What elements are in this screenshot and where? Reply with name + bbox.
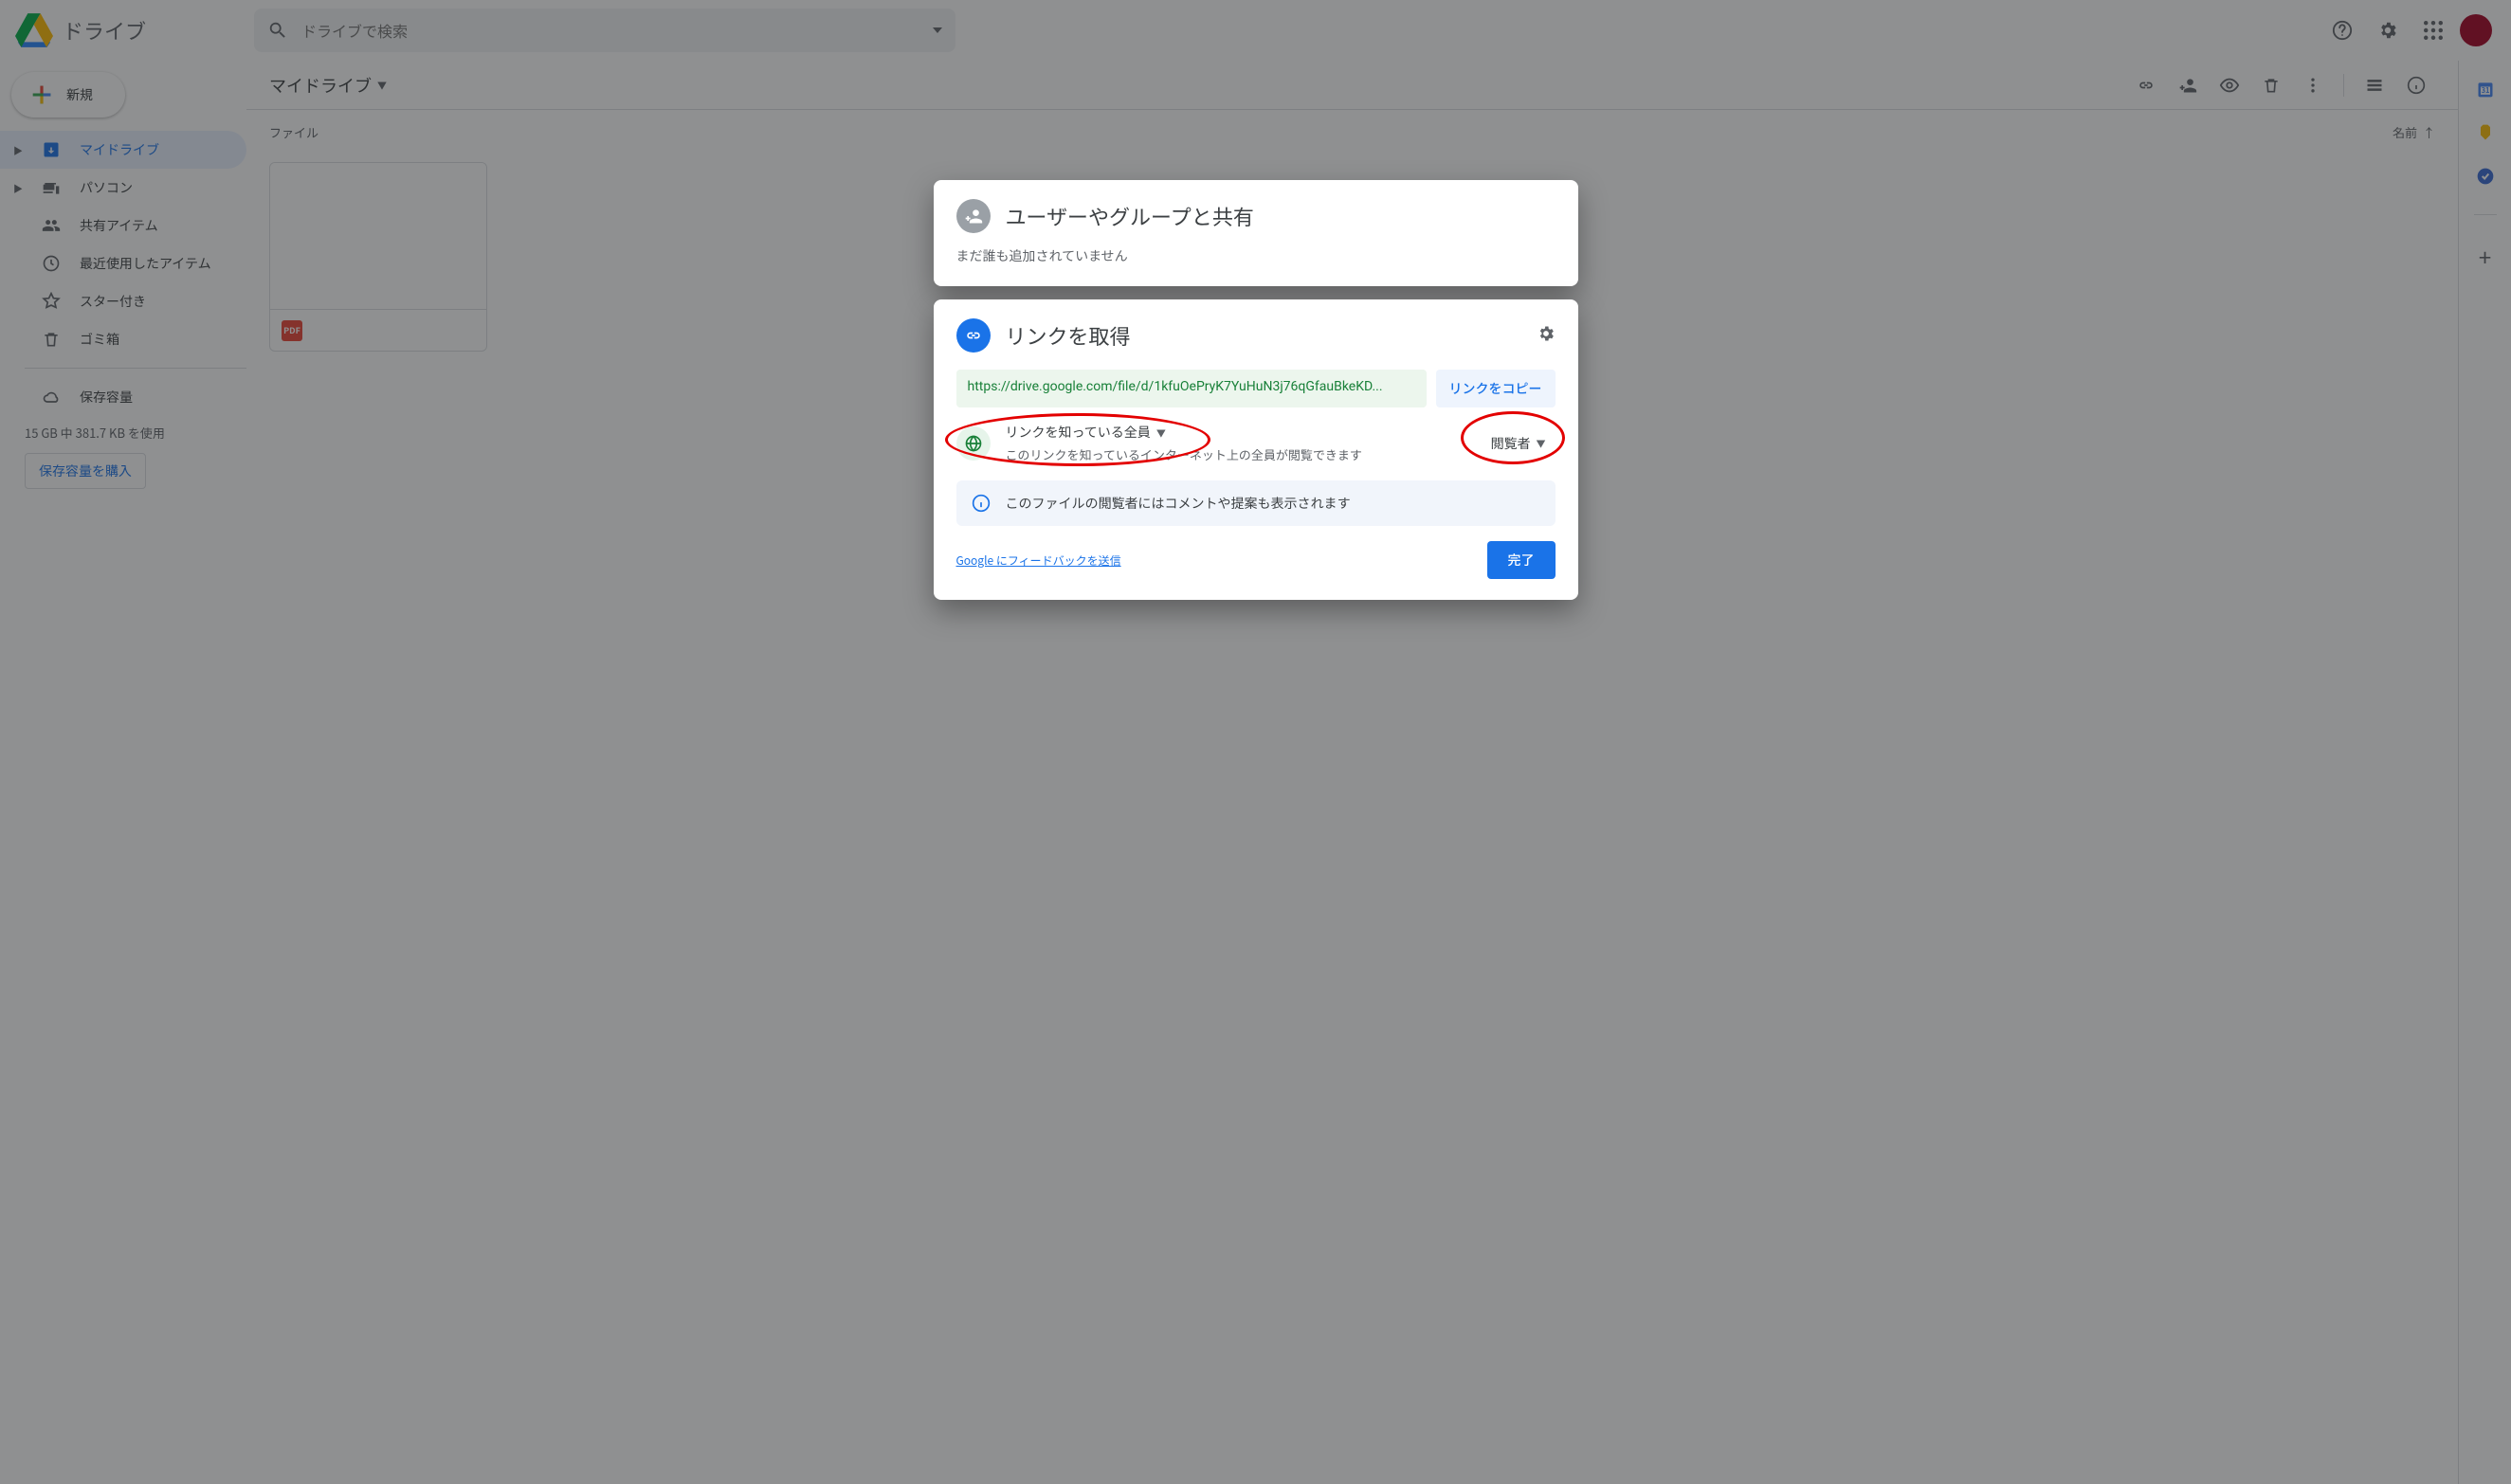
person-add-icon bbox=[956, 199, 991, 233]
share-people-card: ユーザーやグループと共有 まだ誰も追加されていません bbox=[934, 180, 1578, 286]
info-icon bbox=[972, 494, 991, 513]
access-scope-dropdown[interactable]: リンクを知っている全員 ▼ bbox=[1006, 423, 1362, 442]
role-dropdown[interactable]: 閲覧者 ▼ bbox=[1482, 428, 1556, 459]
role-label: 閲覧者 bbox=[1491, 434, 1531, 453]
get-link-title: リンクを取得 bbox=[1006, 320, 1131, 351]
share-title: ユーザーやグループと共有 bbox=[1006, 201, 1254, 231]
globe-icon bbox=[956, 426, 991, 461]
chevron-down-icon: ▼ bbox=[1156, 425, 1166, 440]
link-icon bbox=[956, 318, 991, 353]
access-row: リンクを知っている全員 ▼ このリンクを知っているインターネット上の全員が閲覧で… bbox=[956, 423, 1556, 463]
done-button[interactable]: 完了 bbox=[1487, 541, 1556, 579]
feedback-link[interactable]: Google にフィードバックを送信 bbox=[956, 552, 1121, 569]
access-scope-label: リンクを知っている全員 bbox=[1006, 423, 1151, 442]
get-link-card: リンクを取得 https://drive.google.com/file/d/1… bbox=[934, 299, 1578, 600]
share-dialog: ユーザーやグループと共有 まだ誰も追加されていません リンクを取得 https:… bbox=[934, 180, 1578, 600]
link-settings-icon[interactable] bbox=[1537, 324, 1556, 348]
viewer-info-text: このファイルの閲覧者にはコメントや提案も表示されます bbox=[1006, 494, 1351, 513]
share-url-display[interactable]: https://drive.google.com/file/d/1kfuOePr… bbox=[956, 370, 1427, 407]
share-subtitle: まだ誰も追加されていません bbox=[956, 246, 1556, 265]
chevron-down-icon: ▼ bbox=[1537, 436, 1546, 450]
copy-link-button[interactable]: リンクをコピー bbox=[1436, 370, 1556, 407]
modal-scrim[interactable]: ユーザーやグループと共有 まだ誰も追加されていません リンクを取得 https:… bbox=[0, 0, 2511, 1484]
viewer-info-banner: このファイルの閲覧者にはコメントや提案も表示されます bbox=[956, 480, 1556, 526]
access-scope-description: このリンクを知っているインターネット上の全員が閲覧できます bbox=[1006, 445, 1362, 463]
